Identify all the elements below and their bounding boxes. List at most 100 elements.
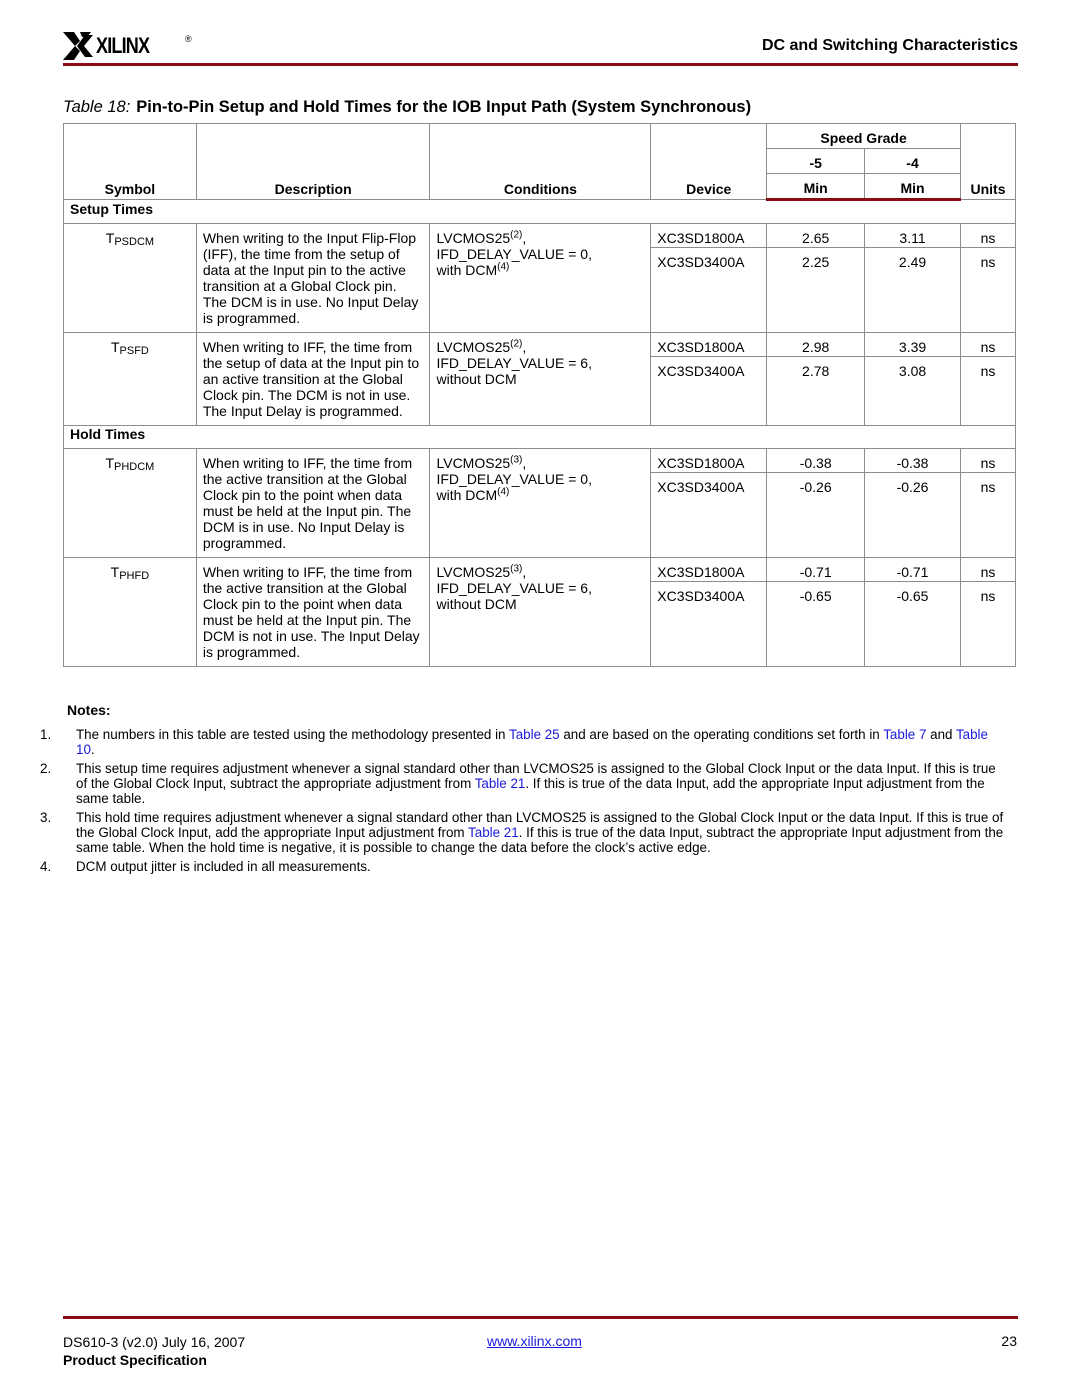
dcm-usage: with DCM [436,487,498,503]
col-header-min-4: Min [864,173,961,201]
registered-mark: ® [185,34,192,44]
device-cell: XC3SD3400A [650,472,768,558]
condition-standard: LVCMOS25(3), [436,563,527,580]
symbol-subscript: PSDCM [114,236,155,248]
min-grade-4-cell: 3.11 [864,223,961,248]
note-text-segment: and are based on the operating condition… [559,727,884,742]
symbol-base: T [105,455,115,471]
condition-delay: IFD_DELAY_VALUE = 0, [436,471,592,487]
conditions-cell: LVCMOS25(2), IFD_DELAY_VALUE = 6, without … [429,332,652,426]
condition-delay: IFD_DELAY_VALUE = 0, [436,246,592,262]
table-row: TPHFD When writing to IFF, the time from … [63,557,1017,667]
min-grade-5-cell: 2.78 [766,356,866,426]
symbol-cell: TPSFD [63,332,197,426]
footnote-ref: (2) [510,229,523,241]
note-number: 4. [40,859,52,874]
symbol-base: T [110,564,120,580]
table-reference-link[interactable]: Table 25 [509,727,560,742]
note-text-segment: The numbers in this table are tested usi… [76,727,509,742]
symbol-subscript: PHFD [119,570,150,582]
condition-dcm: with DCM(4) [436,487,644,503]
col-header-device: Device [650,123,768,200]
io-standard: LVCMOS25 [436,564,511,580]
page-number: 23 [1001,1333,1017,1349]
page-header: XILINX ® DC and Switching Characteristic… [63,28,1018,66]
section-row: Hold Times [63,425,1016,449]
table-title: Pin-to-Pin Setup and Hold Times for the … [136,98,752,116]
table-row: TPSDCM When writing to the Input Flip-Flo… [63,223,1017,333]
table-reference-link[interactable]: Table 7 [883,727,926,742]
units-cell: ns [959,356,1017,426]
col-header-description: Description [195,123,431,200]
table-row: TPSFD When writing to IFF, the time from … [63,332,1017,426]
note-item: 3. This hold time requires adjustment whe… [40,810,1008,855]
conditions-cell: LVCMOS25(3), IFD_DELAY_VALUE = 0, with DCM… [429,448,652,558]
units-cell: ns [959,557,1017,582]
condition-dcm: with DCM(4) [436,262,644,278]
table-reference-link[interactable]: Table 21 [468,825,519,840]
note-item: 2. This setup time requires adjustment wh… [40,761,1008,806]
min-grade-4-cell: -0.71 [864,557,961,582]
note-text-segment: and [926,727,956,742]
condition-delay: IFD_DELAY_VALUE = 6, [436,355,592,371]
col-header-units: Units [959,123,1017,200]
footer-rule [63,1316,1018,1319]
note-text: This setup time requires adjustment when… [76,761,1008,806]
device-cell: XC3SD1800A [650,557,768,582]
symbol-cell: TPHDCM [63,448,197,558]
min-grade-4-cell: 2.49 [864,247,961,333]
note-text-segment: DCM output jitter is included in all mea… [76,859,371,874]
footnote-ref: (3) [510,454,523,466]
col-header-conditions: Conditions [429,123,652,200]
min-grade-4-cell: 3.08 [864,356,961,426]
col-header-speed-grade: Speed Grade [766,123,961,149]
note-text-segment: . [90,742,95,757]
symbol-cell: TPSDCM [63,223,197,333]
header-rule [63,63,1018,66]
xilinx-logo: XILINX ® [63,32,192,60]
symbol-subscript: PSFD [119,345,149,357]
col-header-grade-5: -5 [766,148,866,174]
device-cell: XC3SD3400A [650,581,768,667]
table-row: TPHDCM When writing to IFF, the time from… [63,448,1017,558]
website-link[interactable]: www.xilinx.com [487,1333,582,1349]
note-text: DCM output jitter is included in all mea… [76,859,1008,874]
min-grade-4-cell: -0.26 [864,472,961,558]
col-header-symbol: Symbol [63,123,197,200]
section-title: Hold Times [63,425,1016,449]
dcm-usage: without DCM [436,371,517,387]
io-standard: LVCMOS25 [436,230,511,246]
min-grade-5-cell: -0.65 [766,581,866,667]
min-grade-4-cell: -0.65 [864,581,961,667]
device-cell: XC3SD3400A [650,247,768,333]
min-grade-5-cell: 2.25 [766,247,866,333]
device-cell: XC3SD1800A [650,448,768,473]
units-cell: ns [959,332,1017,357]
device-cell: XC3SD3400A [650,356,768,426]
condition-dcm: without DCM [436,371,644,387]
min-grade-5-cell: 2.65 [766,223,866,248]
table-reference-link[interactable]: Table 21 [475,776,526,791]
conditions-cell: LVCMOS25(2), IFD_DELAY_VALUE = 0, with DCM… [429,223,652,333]
notes-title: Notes: [67,702,111,718]
xilinx-logo-icon [63,32,93,60]
footnote-ref: (2) [510,338,523,350]
condition-dcm: without DCM [436,596,644,612]
brand-name: XILINX [96,33,150,58]
section-row: Setup Times [63,199,1016,224]
description-cell: When writing to IFF, the time from the a… [195,448,431,558]
units-cell: ns [959,448,1017,473]
footnote-ref: (4) [497,261,510,273]
min-grade-5-cell: -0.38 [766,448,866,473]
note-number: 1. [40,727,52,742]
condition-standard: LVCMOS25(2), [436,338,527,355]
col-header-grade-4: -4 [864,148,961,174]
symbol-cell: TPHFD [63,557,197,667]
note-text: The numbers in this table are tested usi… [76,727,1008,757]
min-grade-5-cell: -0.71 [766,557,866,582]
condition-standard: LVCMOS25(3), [436,454,527,471]
min-grade-4-cell: 3.39 [864,332,961,357]
note-number: 2. [40,761,52,776]
conditions-cell: LVCMOS25(3), IFD_DELAY_VALUE = 6, without … [429,557,652,667]
note-item: 1. The numbers in this table are tested u… [40,727,1008,757]
